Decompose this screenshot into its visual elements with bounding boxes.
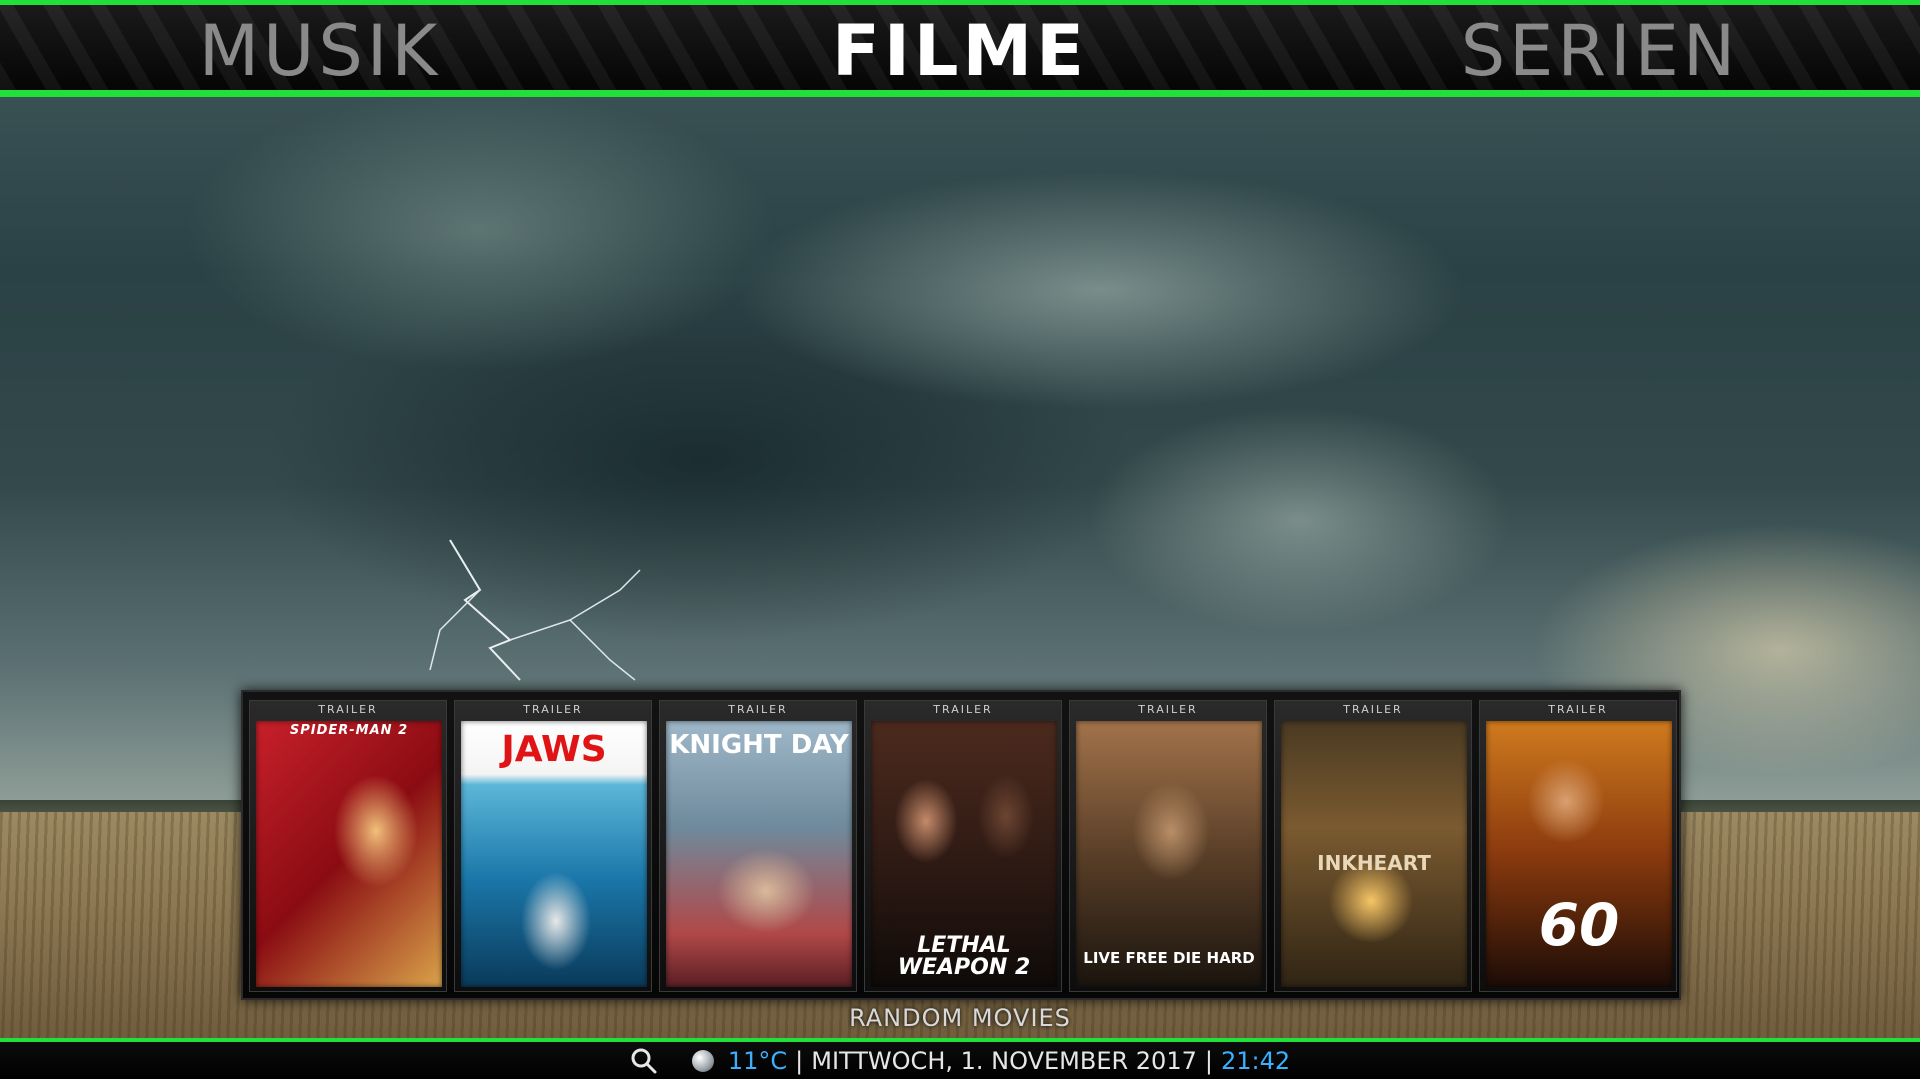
movie-case-gone-in-60-seconds[interactable]: TRAILER 60 bbox=[1479, 700, 1677, 992]
movie-poster: INKHEART bbox=[1281, 721, 1467, 987]
movie-case-inkheart[interactable]: TRAILER INKHEART bbox=[1274, 700, 1472, 992]
separator: | bbox=[1204, 1046, 1213, 1075]
movie-case-jaws[interactable]: TRAILER JAWS bbox=[454, 700, 652, 992]
random-movies-shelf: TRAILER SPIDER-MAN 2 TRAILER JAWS TRAILE… bbox=[241, 690, 1681, 1000]
nav-item-musik[interactable]: MUSIK bbox=[160, 10, 480, 92]
movie-poster: LETHAL WEAPON 2 bbox=[871, 721, 1057, 987]
movie-poster: LIVE FREE DIE HARD bbox=[1076, 721, 1262, 987]
bottom-status-bar: 11°C | MITTWOCH, 1. NOVEMBER 2017 | 21:4… bbox=[0, 1038, 1920, 1079]
poster-title: KNIGHT DAY bbox=[669, 730, 849, 760]
movie-case-live-free-or-die-hard[interactable]: TRAILER LIVE FREE DIE HARD bbox=[1069, 700, 1267, 992]
trailer-label: TRAILER bbox=[728, 703, 788, 716]
date-text: MITTWOCH, 1. NOVEMBER 2017 bbox=[811, 1046, 1197, 1075]
trailer-label: TRAILER bbox=[523, 703, 583, 716]
movie-poster: JAWS bbox=[461, 721, 647, 987]
trailer-label: TRAILER bbox=[318, 703, 378, 716]
search-icon[interactable] bbox=[630, 1047, 658, 1075]
poster-title: 60 bbox=[1538, 891, 1620, 959]
nav-item-serien[interactable]: SERIEN bbox=[1420, 10, 1780, 92]
movie-case-spider-man-2[interactable]: TRAILER SPIDER-MAN 2 bbox=[249, 700, 447, 992]
nav-item-filme[interactable]: FILME bbox=[800, 10, 1120, 92]
lightning-bolt bbox=[429, 539, 641, 681]
movie-poster: KNIGHT DAY bbox=[666, 721, 852, 987]
trailer-label: TRAILER bbox=[1343, 703, 1403, 716]
movie-case-lethal-weapon-2[interactable]: TRAILER LETHAL WEAPON 2 bbox=[864, 700, 1062, 992]
poster-title: INKHEART bbox=[1317, 851, 1431, 875]
trailer-label: TRAILER bbox=[933, 703, 993, 716]
top-navigation-bar: MUSIK FILME SERIEN bbox=[0, 0, 1920, 97]
movie-case-knight-and-day[interactable]: TRAILER KNIGHT DAY bbox=[659, 700, 857, 992]
trailer-label: TRAILER bbox=[1138, 703, 1198, 716]
clock-text: 21:42 bbox=[1220, 1046, 1291, 1075]
poster-title: JAWS bbox=[501, 729, 607, 770]
poster-title: LIVE FREE DIE HARD bbox=[1083, 949, 1255, 967]
temperature-text: 11°C bbox=[727, 1046, 788, 1075]
weather-icon bbox=[691, 1049, 714, 1072]
poster-title: LETHAL WEAPON 2 bbox=[897, 933, 1031, 980]
trailer-label: TRAILER bbox=[1548, 703, 1608, 716]
poster-title: SPIDER-MAN 2 bbox=[289, 723, 409, 738]
separator: | bbox=[795, 1046, 804, 1075]
movie-poster: 60 bbox=[1486, 721, 1672, 987]
movie-poster: SPIDER-MAN 2 bbox=[256, 721, 442, 987]
shelf-caption: RANDOM MOVIES bbox=[849, 1004, 1071, 1032]
